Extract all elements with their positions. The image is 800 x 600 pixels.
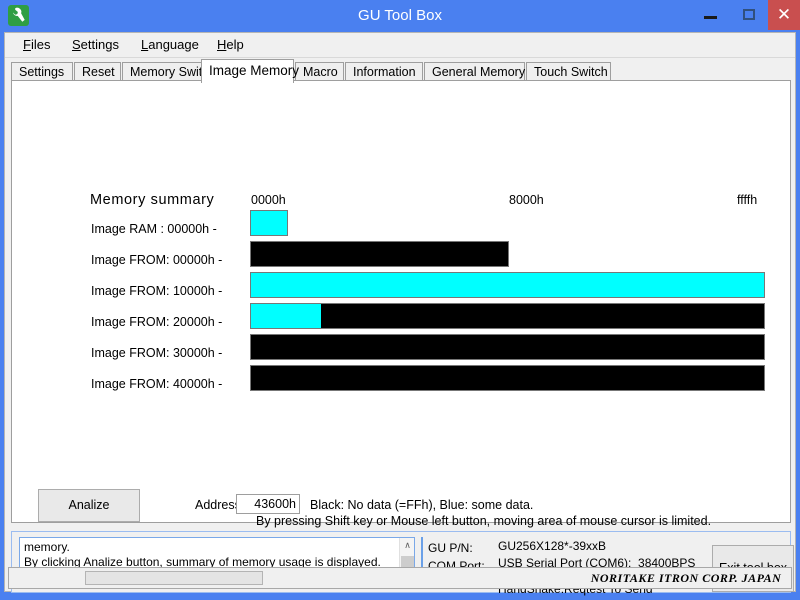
bar-track-image-from-00000h[interactable] bbox=[250, 241, 509, 267]
window-title: GU Tool Box bbox=[0, 0, 800, 32]
bar-label-image-from-40000h: Image FROM: 40000h - bbox=[91, 377, 222, 391]
minimize-button[interactable] bbox=[692, 0, 728, 30]
maximize-button[interactable] bbox=[731, 0, 767, 30]
minimize-icon bbox=[704, 16, 717, 19]
bar-track-image-from-30000h[interactable] bbox=[250, 334, 765, 360]
maximize-icon bbox=[743, 9, 755, 20]
menu-files[interactable]: Files bbox=[19, 36, 54, 54]
bar-track-image-ram-00000h[interactable] bbox=[250, 210, 288, 236]
tab-image-memory[interactable]: Image Memory bbox=[201, 59, 294, 83]
axis-label-middle: 8000h bbox=[509, 193, 544, 207]
tab-touch-switch[interactable]: Touch Switch bbox=[526, 62, 611, 81]
close-button[interactable]: ✕ bbox=[768, 0, 800, 30]
tab-settings[interactable]: Settings bbox=[11, 62, 73, 81]
menu-settings[interactable]: Settings bbox=[68, 36, 123, 54]
tab-macro[interactable]: Macro bbox=[295, 62, 344, 81]
tab-strip: Settings Reset Memory Switch Image Memor… bbox=[11, 59, 791, 81]
bar-fill-image-from-10000h bbox=[251, 273, 764, 297]
title-bar: GU Tool Box ✕ bbox=[0, 0, 800, 32]
bar-track-image-from-40000h[interactable] bbox=[250, 365, 765, 391]
menu-help[interactable]: Help bbox=[213, 36, 248, 54]
bar-track-image-from-10000h[interactable] bbox=[250, 272, 765, 298]
bar-fill-image-from-20000h bbox=[251, 304, 321, 328]
gu-pn-value: GU256X128*-39xxB bbox=[498, 540, 606, 553]
bar-label-image-from-00000h: Image FROM: 00000h - bbox=[91, 253, 222, 267]
memory-summary-title: Memory summary bbox=[90, 192, 214, 208]
color-legend: Black: No data (=FFh), Blue: some data. bbox=[310, 498, 533, 512]
image-memory-panel: Memory summary 0000h 8000h ffffh Image R… bbox=[11, 80, 791, 523]
address-input[interactable]: 43600h bbox=[236, 494, 300, 514]
client-area: Files Settings Language Help Settings Re… bbox=[4, 32, 796, 592]
menu-bar: Files Settings Language Help bbox=[5, 33, 795, 58]
progress-bar bbox=[85, 571, 263, 585]
bar-label-image-from-30000h: Image FROM: 30000h - bbox=[91, 346, 222, 360]
tab-reset[interactable]: Reset bbox=[74, 62, 121, 81]
bar-track-image-from-20000h[interactable] bbox=[250, 303, 765, 329]
application-window: GU Tool Box ✕ Files Settings Language He… bbox=[0, 0, 800, 600]
gu-pn-label: GU P/N: bbox=[428, 541, 473, 555]
bar-label-image-from-20000h: Image FROM: 20000h - bbox=[91, 315, 222, 329]
company-plate: NORITAKE ITRON CORP. JAPAN bbox=[585, 570, 787, 586]
close-icon: ✕ bbox=[768, 0, 800, 30]
axis-label-end: ffffh bbox=[737, 193, 757, 207]
menu-language[interactable]: Language bbox=[137, 36, 203, 54]
bar-fill-image-ram-00000h bbox=[251, 211, 287, 235]
bar-label-image-from-10000h: Image FROM: 10000h - bbox=[91, 284, 222, 298]
tab-general-memory[interactable]: General Memory bbox=[424, 62, 525, 81]
bar-label-image-ram-00000h: Image RAM : 00000h - bbox=[91, 222, 217, 236]
axis-label-start: 0000h bbox=[251, 193, 286, 207]
address-label: Address bbox=[195, 498, 241, 512]
mouse-hint-text: By pressing Shift key or Mouse left butt… bbox=[256, 514, 711, 528]
tab-information[interactable]: Information bbox=[345, 62, 423, 81]
status-bar: NORITAKE ITRON CORP. JAPAN bbox=[8, 567, 792, 589]
analize-button[interactable]: Analize bbox=[38, 489, 140, 522]
scroll-up-icon[interactable]: ∧ bbox=[400, 539, 415, 552]
